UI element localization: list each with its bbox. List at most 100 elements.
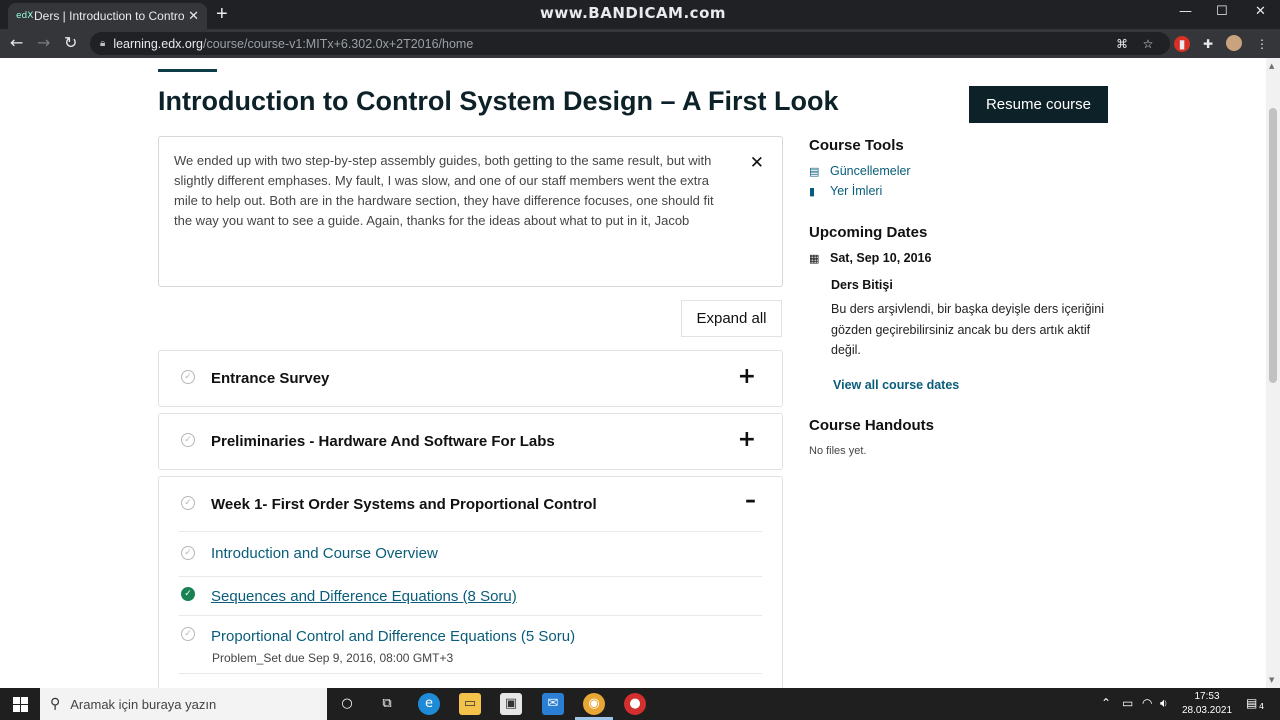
section-title: Preliminaries - Hardware And Software Fo… [211, 433, 555, 450]
date-label: Ders Bitişi [831, 278, 893, 292]
scroll-down-arrow-icon[interactable]: ▼ [1269, 676, 1274, 684]
calendar-icon: ▦ [809, 251, 820, 265]
volume-icon[interactable]: 🔉︎ [1160, 696, 1168, 711]
date-value: Sat, Sep 10, 2016 [830, 251, 932, 265]
lock-icon: 🔒︎ [100, 38, 106, 49]
section-entrance-survey[interactable]: ✓ Entrance Survey + [158, 350, 783, 407]
reload-icon[interactable]: ↻ [64, 33, 77, 52]
course-handouts-heading: Course Handouts [809, 417, 935, 434]
edge-icon[interactable]: e [418, 693, 440, 715]
cortana-icon[interactable]: ○ [336, 693, 358, 715]
extension-shield-icon[interactable]: ▮ [1174, 36, 1190, 52]
search-icon: ⚲ [50, 696, 61, 712]
taskbar-search[interactable]: ⚲ Aramak için buraya yazın [40, 688, 327, 720]
extensions-puzzle-icon[interactable]: ✚ [1200, 36, 1216, 52]
notification-icon[interactable]: ▤ [1246, 696, 1257, 710]
translate-icon[interactable]: ⌘ [1114, 36, 1130, 52]
collapse-minus-icon[interactable]: – [745, 488, 756, 513]
updates-label: Güncellemeler [830, 164, 911, 178]
task-view-icon[interactable]: ⧉ [376, 693, 398, 715]
chrome-icon[interactable]: ◉ [583, 693, 605, 715]
notice-text: We ended up with two step-by-step assemb… [174, 153, 714, 228]
course-notice: We ended up with two step-by-step assemb… [158, 136, 783, 287]
completed-check-icon: ✓ [181, 587, 195, 601]
resume-course-button[interactable]: Resume course [969, 86, 1108, 123]
bandicam-record-icon[interactable]: ● [624, 693, 646, 715]
check-circle-icon: ✓ [181, 370, 195, 384]
menu-kebab-icon[interactable]: ⋮ [1254, 36, 1270, 52]
clock-time: 17:53 [1194, 691, 1220, 702]
mail-icon[interactable]: ✉ [542, 693, 564, 715]
subsection-list: ✓ Introduction and Course Overview ✓ Seq… [179, 531, 762, 674]
tab-close-icon[interactable]: ✕ [188, 8, 199, 24]
bookmarks-label: Yer İmleri [830, 184, 883, 198]
course-page: Introduction to Control System Design – … [0, 58, 1266, 688]
bookmark-star-icon[interactable]: ☆ [1140, 36, 1156, 52]
tray-chevron-icon[interactable]: ⌃ [1101, 696, 1111, 710]
browser-tab[interactable]: edX Ders | Introduction to Control Sys ✕ [8, 3, 207, 29]
section-week-1[interactable]: ✓ Week 1- First Order Systems and Propor… [158, 476, 783, 688]
minimize-icon[interactable]: — [1179, 4, 1192, 19]
wifi-icon[interactable]: ◠ [1142, 696, 1152, 710]
scroll-up-arrow-icon[interactable]: ▲ [1269, 62, 1274, 70]
url-field[interactable]: 🔒︎ learning.edx.org/course/course-v1:MIT… [90, 32, 1170, 55]
check-circle-icon: ✓ [181, 496, 195, 510]
forward-arrow-icon[interactable]: → [37, 33, 50, 52]
battery-icon[interactable]: ▭ [1122, 696, 1133, 710]
profile-avatar[interactable] [1226, 35, 1242, 51]
browser-tab-bar: edX Ders | Introduction to Control Sys ✕… [0, 0, 1280, 29]
expand-all-button[interactable]: Expand all [681, 300, 782, 337]
due-date-text: Problem_Set due Sep 9, 2016, 08:00 GMT+3 [212, 651, 454, 665]
store-icon[interactable]: ▣ [500, 693, 522, 715]
bookmarks-link[interactable]: ▮ Yer İmleri [809, 184, 882, 198]
page-scrollbar[interactable]: ▲ ▼ [1266, 58, 1280, 688]
new-tab-button[interactable]: + [216, 3, 228, 25]
url-host: learning.edx.org [113, 36, 203, 51]
updates-link[interactable]: ▤ Güncellemeler [809, 164, 911, 178]
active-tab-indicator [158, 69, 217, 72]
course-tools-heading: Course Tools [809, 137, 904, 154]
view-all-dates-link[interactable]: View all course dates [833, 378, 959, 392]
scroll-thumb[interactable] [1269, 108, 1277, 383]
list-item[interactable]: ✓ Proportional Control and Difference Eq… [179, 616, 762, 674]
subsection-link[interactable]: Sequences and Difference Equations (8 So… [211, 588, 517, 605]
section-header[interactable]: ✓ Entrance Survey + [159, 351, 782, 405]
check-circle-icon: ✓ [181, 546, 195, 560]
expand-plus-icon[interactable]: + [738, 364, 756, 389]
notice-close-icon[interactable]: ✕ [750, 153, 764, 173]
check-circle-icon: ✓ [181, 627, 195, 641]
expand-plus-icon[interactable]: + [738, 427, 756, 452]
list-item[interactable]: ✓ Introduction and Course Overview [179, 532, 762, 577]
date-description: Bu ders arşivlendi, bir başka deyişle de… [831, 302, 1105, 357]
check-circle-icon: ✓ [181, 433, 195, 447]
bandicam-watermark: www.BANDICAM.com [540, 4, 727, 22]
windows-logo-icon [12, 696, 28, 712]
section-title: Entrance Survey [211, 370, 330, 387]
section-title: Week 1- First Order Systems and Proporti… [211, 496, 597, 513]
newspaper-icon: ▤ [809, 164, 820, 178]
section-header[interactable]: ✓ Week 1- First Order Systems and Propor… [159, 477, 782, 531]
tab-title: Ders | Introduction to Control Sys [34, 9, 185, 23]
subsection-link[interactable]: Proportional Control and Difference Equa… [211, 628, 575, 645]
address-bar-row: ← → ↻ 🔒︎ learning.edx.org/course/course-… [0, 29, 1280, 58]
no-files-text: No files yet. [809, 445, 867, 457]
subsection-link[interactable]: Introduction and Course Overview [211, 545, 438, 562]
date-row: ▦ Sat, Sep 10, 2016 [809, 251, 931, 265]
notification-count: 4 [1259, 702, 1265, 711]
upcoming-dates-heading: Upcoming Dates [809, 224, 928, 241]
list-item[interactable]: ✓ Sequences and Difference Equations (8 … [179, 577, 762, 616]
bookmark-icon: ▮ [809, 184, 816, 198]
course-title: Introduction to Control System Design – … [158, 86, 839, 116]
close-icon[interactable]: ✕ [1255, 4, 1266, 19]
file-explorer-icon[interactable]: ▭ [459, 693, 481, 715]
search-placeholder: Aramak için buraya yazın [70, 696, 217, 712]
section-preliminaries[interactable]: ✓ Preliminaries - Hardware And Software … [158, 413, 783, 470]
maximize-icon[interactable]: ☐ [1216, 4, 1228, 19]
windows-taskbar: ⚲ Aramak için buraya yazın ○ ⧉ e ▭ ▣ ✉ ◉… [0, 688, 1280, 720]
taskbar-clock[interactable]: 17:53 28.03.2021 [1181, 690, 1233, 718]
start-button[interactable] [0, 688, 40, 720]
section-header[interactable]: ✓ Preliminaries - Hardware And Software … [159, 414, 782, 468]
clock-date: 28.03.2021 [1181, 705, 1233, 716]
back-arrow-icon[interactable]: ← [10, 33, 23, 52]
url-path: /course/course-v1:MITx+6.302.0x+2T2016/h… [202, 36, 474, 51]
